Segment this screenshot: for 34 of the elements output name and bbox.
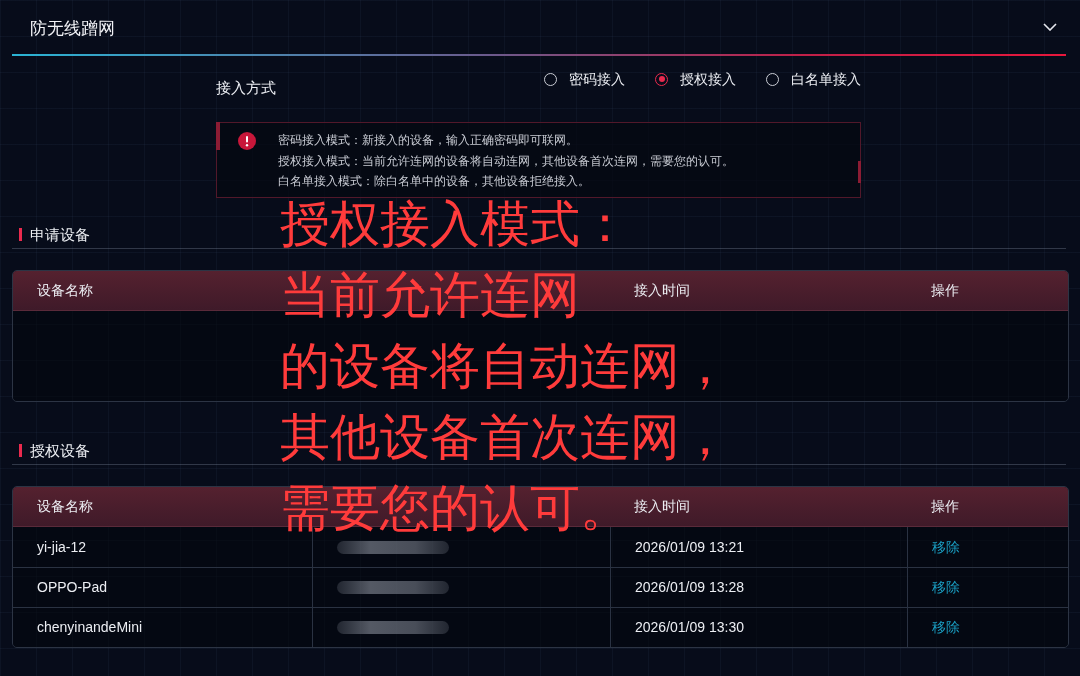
column-header: 设备名称	[37, 282, 93, 298]
annotation-text: 需要您的认可。	[280, 481, 630, 536]
section-title: 授权设备	[30, 440, 90, 461]
annotation-text: 授权接入模式：	[280, 197, 630, 252]
radio-option[interactable]: 白名单接入	[766, 70, 861, 88]
access-time: 2026/01/09 13:28	[635, 579, 744, 595]
panel-title: 防无线蹭网	[30, 18, 115, 40]
access-time: 2026/01/09 13:30	[635, 619, 744, 635]
column-header: 操作	[931, 498, 959, 514]
radio-option[interactable]: 授权接入	[655, 70, 736, 88]
device-name: OPPO-Pad	[37, 579, 108, 595]
column-header: 操作	[931, 282, 959, 298]
column-header: 接入时间	[634, 498, 690, 514]
column-header: 设备名称	[37, 498, 93, 514]
notice-text: 授权接入模式：当前允许连网的设备将自动连网，其他设备首次连网，需要您的认可。	[278, 152, 735, 170]
remove-link[interactable]: 移除	[932, 619, 960, 635]
device-name: yi-jia-12	[37, 538, 86, 555]
annotation-text: 的设备将自动连网，	[280, 339, 730, 394]
section-marker-icon	[19, 228, 22, 241]
device-name: chenyinandeMini	[37, 619, 143, 635]
chevron-down-icon[interactable]	[1043, 23, 1057, 31]
alert-icon	[238, 132, 256, 150]
section-marker-icon	[19, 444, 22, 457]
remove-link[interactable]: 移除	[932, 579, 960, 595]
annotation-text: 当前允许连网	[280, 268, 580, 323]
notice-text: 白名单接入模式：除白名单中的设备，其他设备拒绝接入。	[278, 173, 591, 190]
remove-link[interactable]: 移除	[932, 538, 960, 555]
section-title: 申请设备	[30, 224, 90, 245]
column-header: 接入时间	[634, 282, 690, 298]
notice-text: 密码接入模式：新接入的设备，输入正确密码即可联网。	[278, 132, 579, 149]
annotation-text: 其他设备首次连网，	[280, 410, 730, 465]
field-label: 接入方式	[216, 79, 277, 97]
access-time: 2026/01/09 13:21	[635, 538, 744, 555]
radio-option[interactable]: 密码接入	[544, 70, 625, 88]
